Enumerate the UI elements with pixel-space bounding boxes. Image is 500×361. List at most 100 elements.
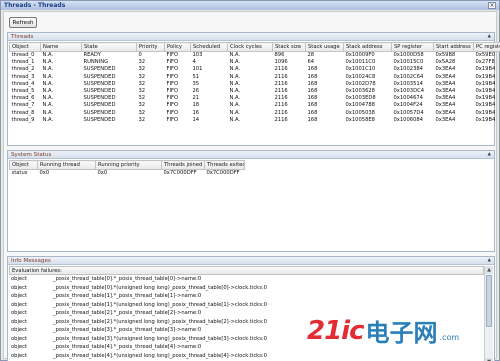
table-cell: N.A. [42,73,54,80]
status-column-header[interactable]: Running priority [95,160,162,170]
table-cell: 168 [307,88,318,95]
table-cell: 0x19B4 [475,102,496,109]
threads-column-header[interactable]: Priority [136,42,165,52]
table-cell: thread_3 [11,73,35,80]
thread-row[interactable]: thread_1 N.A. RUNNING 32 FIFO 4 N.A. 1096 64 0x10… [10,59,500,66]
close-icon[interactable]: × [488,2,496,9]
table-cell: N.A. [42,59,54,66]
table-cell: 1096 [274,59,288,66]
table-cell: SUSPENDED [83,80,116,87]
threads-column-header[interactable]: Start address [433,42,474,52]
thread-row[interactable]: thread_5 N.A. SUSPENDED 32 FIFO 26 N.A. 2116 168… [10,87,500,94]
threads-column-header[interactable]: Stack address [343,42,392,52]
info-message-row[interactable]: object _posix_thread_table[0].*_posix_thr… [9,275,484,284]
table-cell: 0x1000D58 [393,52,424,59]
table-cell: 0x1003628 [345,88,375,95]
chevron-up-icon[interactable]: ▲ [488,34,491,39]
threads-column-header[interactable]: Stack usage [305,42,344,52]
table-cell: 32 [138,66,146,73]
threads-panel-title: Threads [11,33,34,40]
info-messages-panel-header[interactable]: Info Messages ▲ [8,257,494,265]
table-cell: 14 [192,116,200,123]
table-cell: 0x10058E8 [345,116,375,123]
table-cell: 0x0 [39,170,50,177]
table-cell: FIFO [166,88,179,95]
chevron-up-icon[interactable]: ▲ [488,258,491,263]
thread-row[interactable]: thread_4 N.A. SUSPENDED 32 FIFO 35 N.A. 2116 168… [10,80,500,87]
table-cell: 32 [138,88,146,95]
title-bar[interactable]: Threads - Threads × [1,1,499,10]
status-column-header[interactable]: Running thread [37,160,96,170]
thread-row[interactable]: thread_6 N.A. SUSPENDED 32 FIFO 21 N.A. 2116 168… [10,95,500,102]
threads-column-header[interactable]: Object [9,42,41,52]
table-cell: status [11,170,28,177]
table-cell: 0x10057D4 [393,109,424,116]
table-cell: FIFO [166,102,179,109]
table-cell: N.A. [42,80,54,87]
table-cell: 0x1001C10 [345,66,376,73]
system-status-panel: System Status ▲ Object Running thread Runn… [7,150,495,252]
system-status-table: Object Running thread Running priority Thre… [9,160,245,177]
threads-column-header[interactable]: PC register [473,42,500,52]
thread-row[interactable]: thread_3 N.A. SUSPENDED 32 FIFO 51 N.A. 2116 168… [10,73,500,80]
info-message-object: object [11,335,27,342]
threads-panel-header[interactable]: Threads ▲ [8,33,494,41]
scroll-up-icon[interactable]: ▲ [485,266,493,274]
table-cell: 0x59B8 [435,52,456,59]
table-cell: N.A. [229,73,241,80]
threads-column-header[interactable]: Stack size [272,42,306,52]
table-cell: 0x3EA4 [435,73,456,80]
info-message-object: object [11,276,27,283]
status-row[interactable]: status 0x0 0x0 0x7C000DFF 0x7C000DFF [10,170,245,177]
threads-table-header: Object Name State Priority Policy Scheduled Cl… [9,42,500,52]
table-cell: N.A. [229,66,241,73]
table-cell: 0x19B4 [475,116,496,123]
refresh-button[interactable]: Refresh [9,17,37,28]
table-cell: 2116 [274,102,288,109]
table-cell: SUSPENDED [83,88,116,95]
table-cell: 0 [138,52,142,59]
threads-column-header[interactable]: Scheduled [190,42,228,52]
status-column-header[interactable]: Threads exited [204,160,245,170]
info-message-object: object [11,310,27,317]
threads-table-body: thread_0 N.A. READY 0 FIFO 103 N.A. 896 28 0x1000… [10,52,500,124]
thread-row[interactable]: thread_2 N.A. SUSPENDED 32 FIFO 101 N.A. 2116 16… [10,66,500,73]
threads-panel: Threads ▲ Object Name State Priority Policy S… [7,32,500,146]
table-cell: 168 [307,102,318,109]
table-cell: 0x1004674 [393,95,423,102]
table-cell: SUSPENDED [83,73,116,80]
table-cell: 0x3EA4 [435,66,456,73]
table-cell: 0x10015C0 [393,59,424,66]
table-cell: 0x27F8 [475,59,495,66]
table-cell: 2116 [274,109,288,116]
thread-row[interactable]: thread_9 N.A. SUSPENDED 32 FIFO 14 N.A. 2116 168… [10,116,500,123]
status-column-header[interactable]: Object [9,160,38,170]
thread-row[interactable]: thread_7 N.A. SUSPENDED 32 FIFO 18 N.A. 2116 168… [10,102,500,109]
thread-row[interactable]: thread_0 N.A. READY 0 FIFO 103 N.A. 896 28 0x1000… [10,52,500,59]
info-messages-scrollbar[interactable]: ▲ ▼ [484,266,493,361]
info-message-row[interactable]: object _posix_thread_table[1].*_posix_thr… [9,292,484,301]
info-message-row[interactable]: object _posix_thread_table[4].*(unsigned … [9,352,484,361]
threads-column-header[interactable]: Policy [164,42,191,52]
table-cell: 0x1004788 [345,102,375,109]
scrollbar-thumb[interactable] [486,275,492,327]
info-message-object: object [11,284,27,291]
table-cell: 64 [307,59,315,66]
system-status-panel-header[interactable]: System Status ▲ [8,151,494,159]
info-message-row[interactable]: object _posix_thread_table[0].*(unsigned … [9,284,484,293]
table-cell: 0x1003ED8 [345,95,376,102]
threads-column-header[interactable]: SP register [391,42,434,52]
table-cell: 0x1005038 [345,109,375,116]
table-cell: FIFO [166,116,179,123]
threads-column-header[interactable]: State [81,42,137,52]
threads-column-header[interactable]: Clock cycles [227,42,273,52]
thread-row[interactable]: thread_8 N.A. SUSPENDED 32 FIFO 16 N.A. 2116 168… [10,109,500,116]
table-cell: 168 [307,116,318,123]
info-message-row[interactable]: object _posix_thread_table[1].*(unsigned … [9,301,484,310]
table-cell: N.A. [229,102,241,109]
system-status-table-header: Object Running thread Running priority Thre… [9,160,245,170]
table-cell: 35 [192,80,200,87]
chevron-up-icon[interactable]: ▲ [488,152,491,157]
threads-column-header[interactable]: Name [40,42,82,52]
status-column-header[interactable]: Threads joined [161,160,205,170]
